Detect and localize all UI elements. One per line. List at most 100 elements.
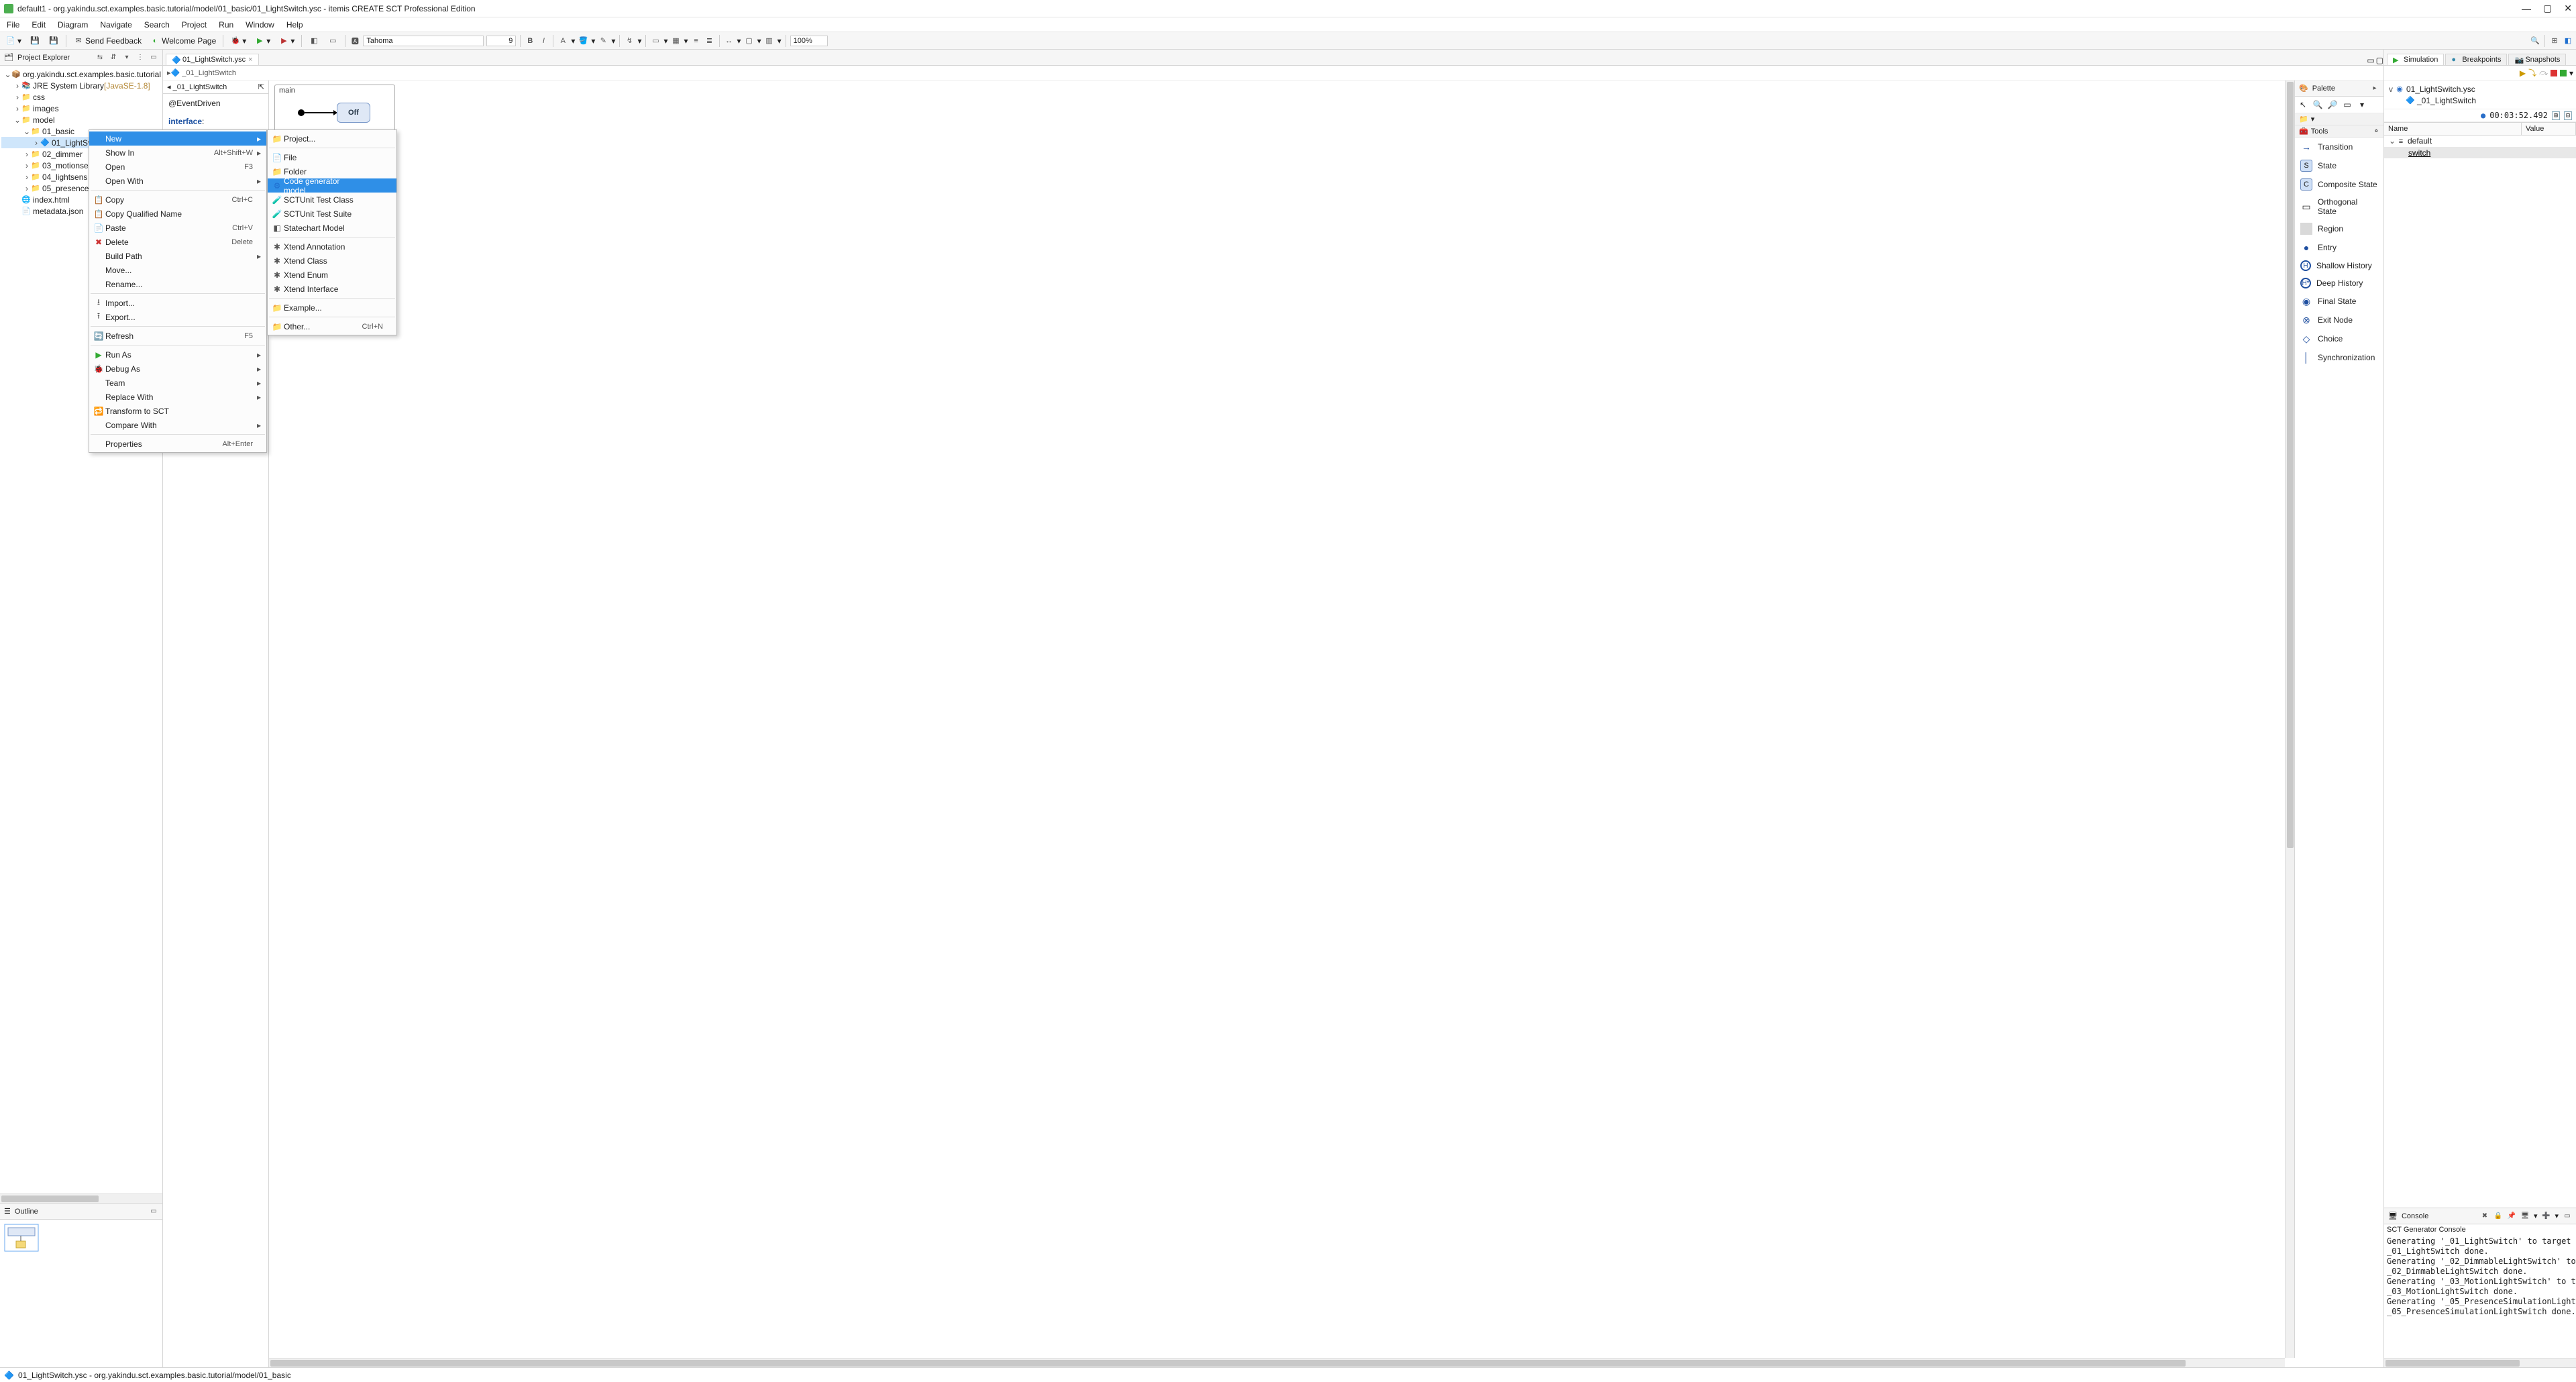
context-menu-primary[interactable]: New▸Show InAlt+Shift+W▸OpenF3Open With▸📋… [89, 129, 267, 453]
minimize-view-button[interactable]: ▭ [149, 53, 158, 62]
ctx-compare-with[interactable]: Compare With▸ [89, 418, 266, 432]
filter-button[interactable]: ▾ [122, 53, 131, 62]
ctx-run-as[interactable]: ▶Run As▸ [89, 348, 266, 362]
layout-tool[interactable]: ▥ [764, 36, 775, 46]
ctx-xtend-class[interactable]: ✱Xtend Class [268, 254, 396, 268]
perspective-open[interactable]: ⊞ [2549, 36, 2560, 46]
console-body[interactable]: Generating '_01_LightSwitch' to target '… [2384, 1235, 2576, 1358]
sim-chart[interactable]: _01_LightSwitch [2417, 96, 2476, 105]
resume-button[interactable]: ▶ [2520, 68, 2526, 78]
font-name-combo[interactable]: Tahoma [363, 36, 484, 46]
font-color-button[interactable]: A [557, 36, 568, 46]
ctx-file[interactable]: 📄File [268, 150, 396, 164]
ctx-paste[interactable]: 📄PasteCtrl+V [89, 221, 266, 235]
close-button[interactable]: ✕ [2564, 3, 2572, 14]
palette-item-synchronization[interactable]: │Synchronization [2295, 348, 2383, 367]
console-display-button[interactable]: 🖥 [2520, 1212, 2530, 1221]
close-tab-icon[interactable]: × [248, 56, 252, 64]
maximize-button[interactable]: ▢ [2543, 3, 2552, 14]
ctx-statechart-model[interactable]: ◧Statechart Model [268, 221, 396, 235]
tree-row[interactable]: ⌄📁model [1, 114, 161, 125]
ctx-xtend-enum[interactable]: ✱Xtend Enum [268, 268, 396, 282]
menu-project[interactable]: Project [176, 19, 212, 31]
tab-snapshots[interactable]: 📷Snapshots [2508, 54, 2566, 65]
menu-file[interactable]: File [1, 19, 25, 31]
view-menu-button[interactable]: ⋮ [136, 53, 145, 62]
zoom-in-tool[interactable]: 🔍 [2312, 99, 2323, 110]
zoom-out-tool[interactable]: 🔎 [2327, 99, 2338, 110]
align-tool[interactable]: ▦ [671, 36, 682, 46]
ctx-transform-to-sct[interactable]: 🔁Transform to SCT [89, 404, 266, 418]
palette-item-region[interactable]: Region [2295, 219, 2383, 238]
tab-breakpoints[interactable]: ●Breakpoints [2445, 54, 2507, 65]
nv-row[interactable]: switch [2384, 147, 2576, 158]
ctx-copy-qualified-name[interactable]: 📋Copy Qualified Name [89, 207, 266, 221]
palette-item-composite-state[interactable]: CComposite State [2295, 175, 2383, 194]
welcome-page-button[interactable]: ◐Welcome Page [147, 34, 219, 48]
ctx-open-with[interactable]: Open With▸ [89, 174, 266, 188]
step-over-button[interactable]: ⤼ [2539, 68, 2548, 78]
console-pin-button[interactable]: 📌 [2507, 1212, 2516, 1221]
ctx-project[interactable]: 📁Project... [268, 131, 396, 146]
palette-item-choice[interactable]: ◇Choice [2295, 329, 2383, 348]
tree-row[interactable]: ›📁images [1, 103, 161, 114]
outline-min-button[interactable]: ▭ [149, 1207, 158, 1216]
pointer-tool[interactable]: ↖ [2298, 99, 2308, 110]
ctx-show-in[interactable]: Show InAlt+Shift+W▸ [89, 146, 266, 160]
italic-button[interactable]: I [538, 36, 549, 46]
link-editor-button[interactable]: ⇵ [109, 53, 118, 62]
palette-collapse-icon[interactable]: ▸ [2370, 84, 2379, 93]
debug-dropdown[interactable]: 🐞▾ [227, 34, 249, 48]
run-dropdown[interactable]: ▶▾ [252, 34, 273, 48]
ctx-other[interactable]: 📁Other...Ctrl+N [268, 319, 396, 333]
send-feedback-button[interactable]: ✉Send Feedback [70, 34, 144, 48]
save-all-button[interactable]: 💾 [46, 34, 62, 48]
search-icon[interactable]: 🔍 [2530, 36, 2540, 46]
palette-item-state[interactable]: SState [2295, 156, 2383, 175]
ctx-replace-with[interactable]: Replace With▸ [89, 390, 266, 404]
palette-item-deep-history[interactable]: H*Deep History [2295, 274, 2383, 292]
palette-drawer[interactable]: 📁▾ [2295, 113, 2383, 125]
ctx-xtend-annotation[interactable]: ✱Xtend Annotation [268, 240, 396, 254]
menubar[interactable]: FileEditDiagramNavigateSearchProjectRunW… [0, 17, 2576, 32]
dist-tool[interactable]: ≡ [691, 36, 702, 46]
palette-item-exit-node[interactable]: ⊗Exit Node [2295, 311, 2383, 329]
nv-col-name[interactable]: Name [2384, 123, 2522, 135]
menu-help[interactable]: Help [281, 19, 309, 31]
fill-color-button[interactable]: 🪣 [578, 36, 588, 46]
editor-max-button[interactable]: ▢ [2376, 56, 2383, 65]
restart-button[interactable] [2560, 70, 2567, 76]
palette-item-entry[interactable]: ●Entry [2295, 238, 2383, 257]
nv-col-value[interactable]: Value [2522, 123, 2576, 135]
canvas-hscroll[interactable] [269, 1358, 2285, 1367]
router-button[interactable]: ↯ [624, 36, 635, 46]
ctx-new[interactable]: New▸ [89, 131, 266, 146]
tree-row[interactable]: ›📚JRE System Library [JavaSE-1.8] [1, 80, 161, 91]
save-button[interactable]: 💾 [27, 34, 43, 48]
font-size-combo[interactable]: 9 [486, 36, 516, 46]
tree-row[interactable]: ⌄📦org.yakindu.sct.examples.basic.tutoria… [1, 68, 161, 80]
collapse-all-button[interactable]: ⇆ [95, 53, 105, 62]
ctx-copy[interactable]: 📋CopyCtrl+C [89, 193, 266, 207]
sim-file[interactable]: 01_LightSwitch.ysc [2406, 85, 2475, 94]
nv-rows[interactable]: ⌄≡defaultswitch [2384, 136, 2576, 1208]
toggle-toolbar-1[interactable]: ◧ [306, 34, 322, 48]
ctx-debug-as[interactable]: 🐞Debug As▸ [89, 362, 266, 376]
spec-popout-icon[interactable]: ⇱ [258, 83, 264, 91]
zoom-combo[interactable]: 100% [790, 36, 828, 46]
ctx-rename[interactable]: Rename... [89, 277, 266, 291]
menu-search[interactable]: Search [139, 19, 175, 31]
bold-button[interactable]: B [525, 36, 535, 46]
console-clear-button[interactable]: ✖ [2480, 1212, 2489, 1221]
pin-icon[interactable]: ⚬ [2373, 127, 2379, 136]
dist2-tool[interactable]: ≣ [704, 36, 715, 46]
initial-transition[interactable] [305, 112, 337, 113]
ctx-move[interactable]: Move... [89, 263, 266, 277]
auto-size-tool[interactable]: ↔ [724, 36, 735, 46]
ctx-delete[interactable]: ✖DeleteDelete [89, 235, 266, 249]
palette-item-orthogonal-state[interactable]: ▭Orthogonal State [2295, 194, 2383, 219]
breadcrumb[interactable]: ▸ 🔷 _01_LightSwitch [163, 66, 2383, 81]
ext-tools-dropdown[interactable]: ▶▾ [276, 34, 297, 48]
ctx-build-path[interactable]: Build Path▸ [89, 249, 266, 263]
ctx-example[interactable]: 📁Example... [268, 301, 396, 315]
